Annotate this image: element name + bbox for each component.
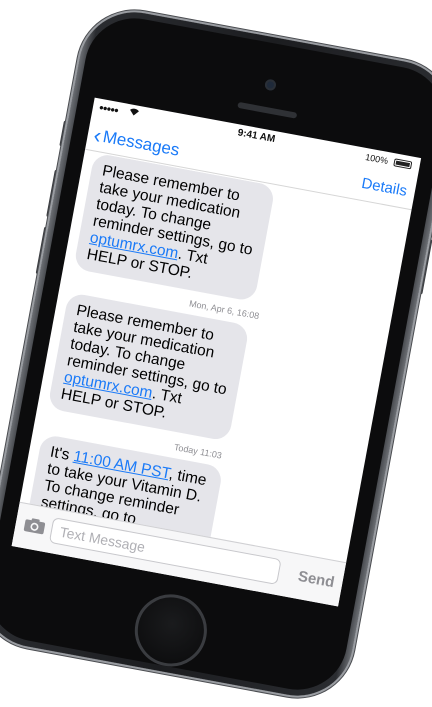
send-button[interactable]: Send (297, 568, 336, 591)
back-label: Messages (101, 126, 182, 160)
home-button[interactable] (128, 588, 213, 673)
timestamp-time: 16:08 (233, 306, 261, 322)
timestamp-time: 11:03 (196, 446, 223, 461)
earpiece-speaker (237, 101, 298, 119)
timestamp-day: Today (173, 442, 199, 457)
iphone-device: ●●●●● 9:41 AM 100% ‹Messages Details Ple… (0, 3, 432, 705)
camera-icon[interactable] (22, 516, 47, 536)
message-thread[interactable]: Please remember to take your medication … (20, 151, 412, 564)
details-button[interactable]: Details (360, 175, 408, 200)
timestamp-day: Mon, Apr 6, (188, 298, 236, 317)
front-camera (264, 78, 277, 92)
message-bubble[interactable]: Please remember to take your medication … (47, 292, 250, 442)
